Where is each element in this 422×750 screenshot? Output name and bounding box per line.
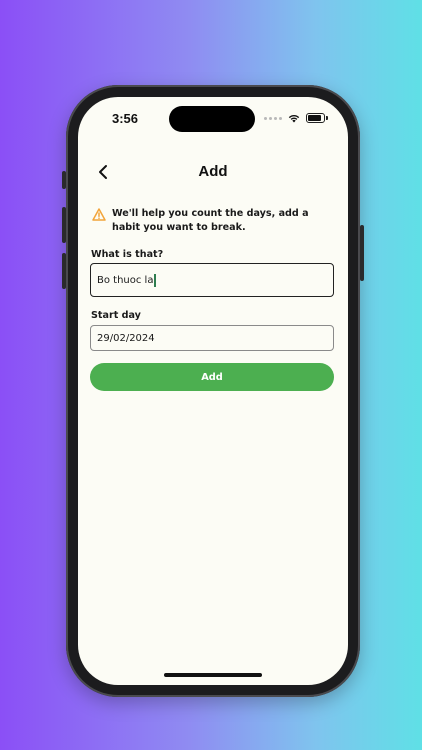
signal-icon bbox=[264, 116, 282, 120]
battery-tip bbox=[326, 116, 328, 120]
power-button bbox=[360, 225, 364, 281]
status-time: 3:56 bbox=[112, 111, 139, 126]
action-button bbox=[62, 171, 66, 189]
page-title: Add bbox=[198, 163, 228, 180]
status-bar: 3:56 bbox=[78, 97, 348, 137]
app-screen: 3:56 Add We'll help you count the days, … bbox=[78, 97, 348, 685]
home-indicator[interactable] bbox=[164, 673, 262, 677]
text-cursor bbox=[154, 273, 156, 287]
notice-text: We'll help you count the days, add a hab… bbox=[112, 208, 309, 233]
add-button[interactable]: Add bbox=[90, 363, 334, 391]
dynamic-island bbox=[169, 106, 255, 132]
start-day-value: 29/02/2024 bbox=[97, 332, 155, 344]
status-icons bbox=[264, 113, 328, 123]
volume-up-button bbox=[62, 207, 66, 243]
battery-icon bbox=[306, 113, 325, 123]
wifi-icon bbox=[288, 114, 300, 122]
warning-icon bbox=[92, 208, 106, 221]
phone-frame: 3:56 Add We'll help you count the days, … bbox=[62, 85, 364, 697]
info-notice: We'll help you count the days, add a hab… bbox=[92, 207, 336, 235]
start-day-input[interactable]: 29/02/2024 bbox=[90, 325, 334, 351]
start-day-label: Start day bbox=[91, 310, 141, 321]
habit-input-value: Bo thuoc la bbox=[97, 274, 154, 286]
volume-down-button bbox=[62, 253, 66, 289]
habit-input[interactable]: Bo thuoc la bbox=[90, 263, 334, 297]
navigation-bar: Add bbox=[78, 157, 348, 191]
habit-label: What is that? bbox=[91, 249, 164, 260]
